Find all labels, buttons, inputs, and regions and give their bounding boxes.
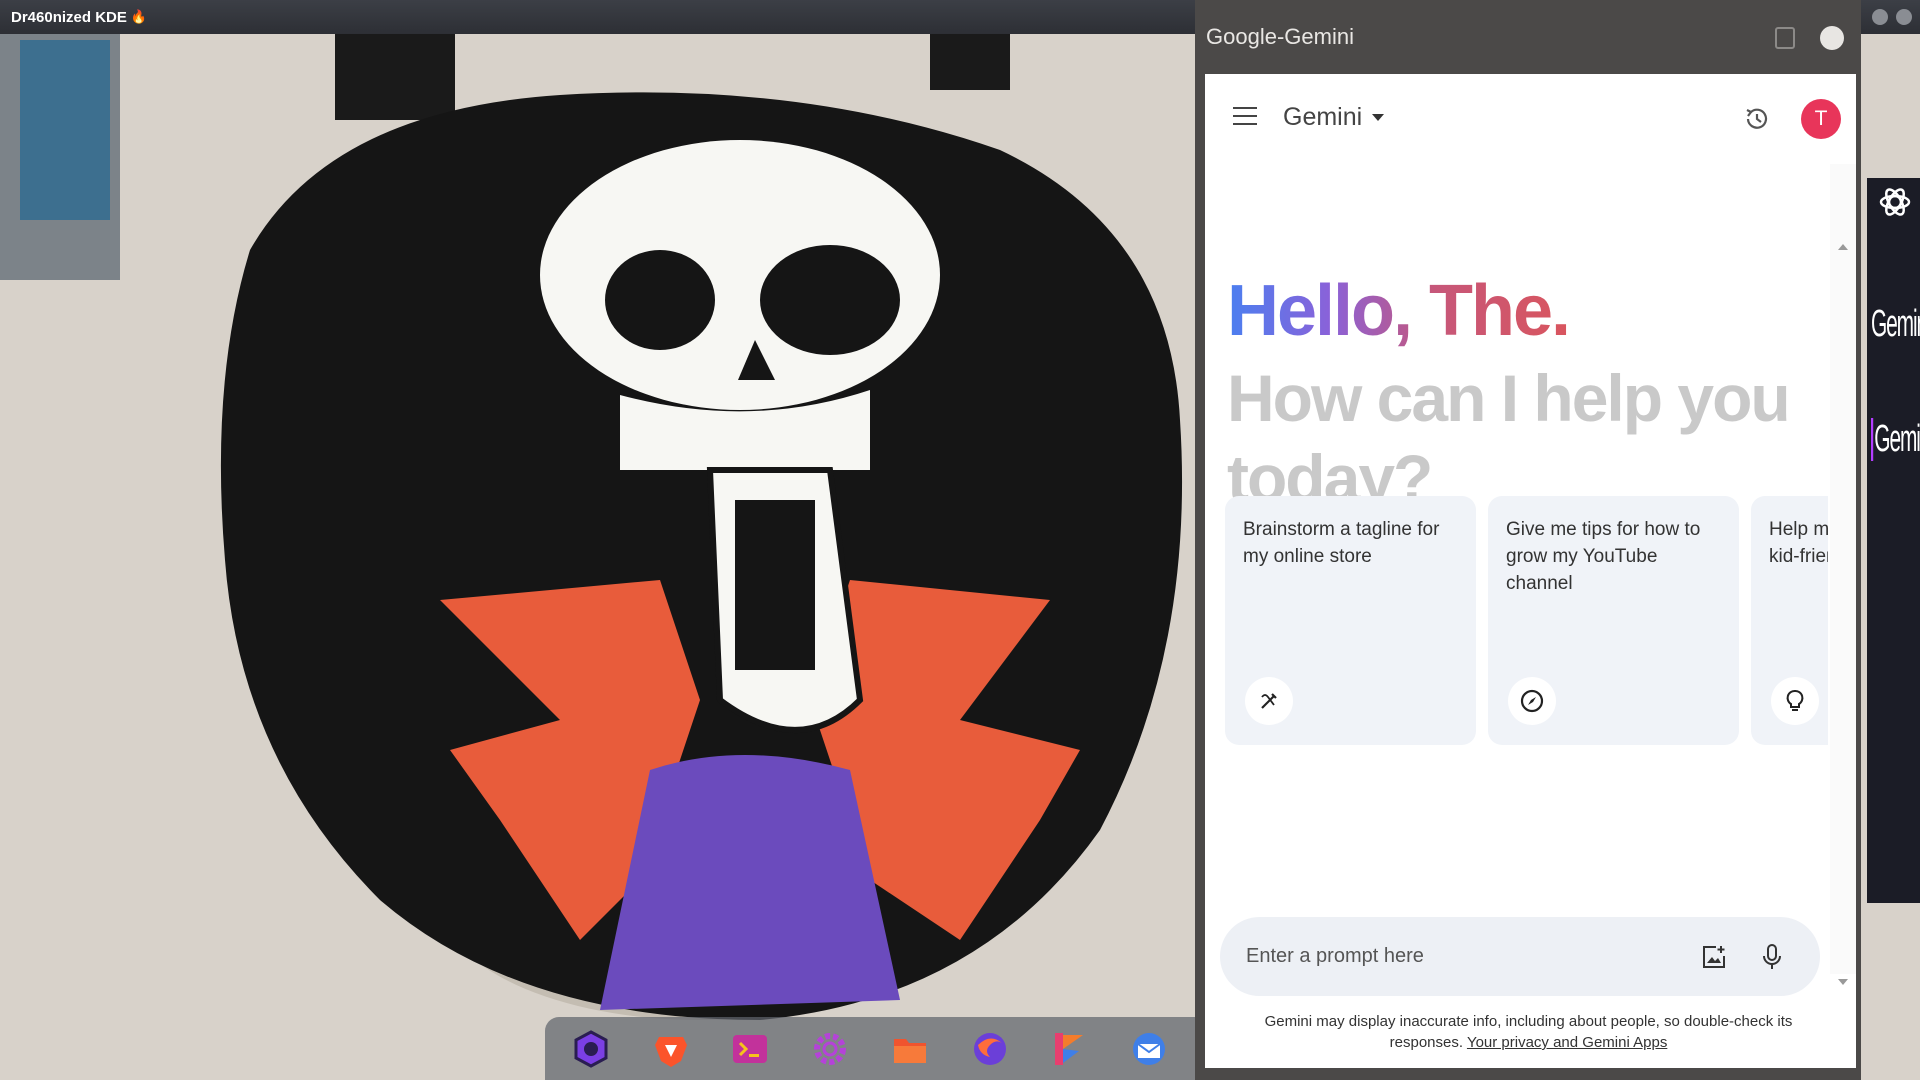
prompt-input[interactable] (1244, 944, 1678, 969)
gemini-window: Google-Gemini Gemini T Hello, The. How c… (1195, 0, 1861, 1080)
app-name-label: Gemini (1283, 103, 1363, 131)
flame-icon: 🔥 (130, 9, 148, 24)
openai-icon[interactable] (1877, 184, 1913, 225)
firefox-icon[interactable] (966, 1025, 1014, 1073)
suggestion-card[interactable]: Give me tips for how to grow my YouTube … (1488, 496, 1739, 745)
add-image-icon[interactable] (1701, 944, 1727, 970)
suggestion-card-text: Give me tips for how to grow my YouTube … (1506, 519, 1701, 594)
microphone-icon[interactable] (1761, 943, 1783, 971)
close-button[interactable] (1820, 26, 1844, 50)
suggestion-card-text: Brainstorm a tagline for my online store (1243, 519, 1440, 567)
greeting: Hello, The. (1227, 270, 1571, 352)
app-header: Gemini T (1205, 74, 1856, 164)
panel-title[interactable]: Dr460nized KDE 🔥 (11, 9, 147, 26)
panel-indicators (1872, 9, 1912, 25)
scrollbar[interactable] (1830, 164, 1856, 985)
suggestion-card[interactable]: Brainstorm a tagline for my online store (1225, 496, 1476, 745)
greeting-text: Hello, The. (1227, 271, 1571, 351)
settings-icon[interactable] (806, 1025, 854, 1073)
file-manager-icon[interactable] (886, 1025, 934, 1073)
suggestion-card[interactable]: Help me decorate in a kid-friendly way (1751, 496, 1828, 745)
disclaimer: Gemini may display inaccurate info, incl… (1241, 1011, 1816, 1053)
dragon-app-icon[interactable] (567, 1025, 615, 1073)
suggestion-card-text: Help me decorate in a kid-friendly way (1769, 519, 1828, 567)
avatar[interactable]: T (1801, 99, 1841, 139)
lightbulb-icon (1771, 677, 1819, 725)
caret-down-icon (1372, 113, 1385, 121)
brave-browser-icon[interactable] (647, 1025, 695, 1073)
window-title: Google-Gemini (1206, 24, 1354, 49)
history-icon[interactable] (1744, 106, 1770, 132)
pen-sparkle-icon (1245, 677, 1293, 725)
prompt-bar (1220, 917, 1820, 996)
dock (545, 1017, 1195, 1080)
edge-sidebar: Gemini Gemini (1867, 178, 1920, 903)
scroll-up-icon[interactable] (1838, 244, 1848, 250)
compass-icon (1508, 677, 1556, 725)
edge-item-gemini-active[interactable]: Gemini (1871, 418, 1920, 461)
window-titlebar[interactable]: Google-Gemini (1195, 0, 1861, 74)
model-selector[interactable]: Gemini (1283, 103, 1385, 132)
terminal-icon[interactable] (726, 1025, 774, 1073)
panel-indicator-dot[interactable] (1896, 9, 1912, 25)
suggestion-cards: Brainstorm a tagline for my online store… (1225, 496, 1828, 749)
panel-title-text: Dr460nized KDE (11, 8, 127, 26)
maximize-button[interactable] (1775, 27, 1795, 49)
subheading: How can I help you today? (1227, 361, 1791, 515)
edge-item-gemini[interactable]: Gemini (1871, 303, 1920, 346)
privacy-link[interactable]: Your privacy and Gemini Apps (1467, 1034, 1667, 1051)
scroll-down-icon[interactable] (1838, 979, 1848, 985)
flameshot-icon[interactable] (1045, 1025, 1093, 1073)
panel-indicator-dot[interactable] (1872, 9, 1888, 25)
menu-icon[interactable] (1233, 107, 1257, 127)
thunderbird-icon[interactable] (1125, 1025, 1173, 1073)
gemini-app: Gemini T Hello, The. How can I help you … (1205, 74, 1856, 1068)
